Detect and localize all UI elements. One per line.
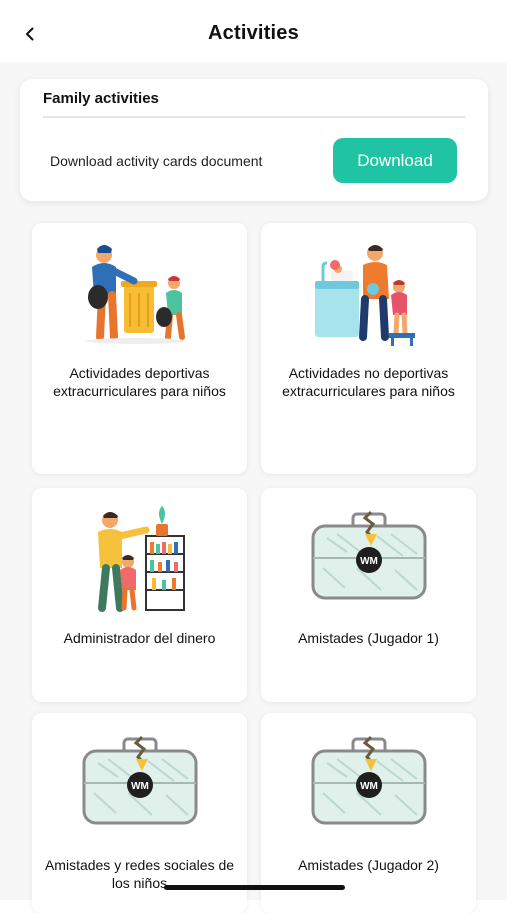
activity-card[interactable]: Actividades deportivas extracurriculares… (32, 223, 247, 474)
activity-label: Amistades (Jugador 1) (298, 630, 439, 646)
top-navigation: Activities (0, 0, 507, 62)
activity-card[interactable]: Administrador del dinero (32, 488, 247, 702)
activity-card[interactable]: WM Amistades (Jugador 1) (261, 488, 476, 702)
family-activities-card: Family activities Download activity card… (20, 79, 488, 201)
activity-label: Actividades deportivas extracurriculares… (53, 365, 226, 399)
svg-text:WM: WM (360, 556, 378, 567)
briefcase-tag-icon: WM (311, 735, 426, 825)
download-description: Download activity cards document (50, 153, 263, 169)
activity-card[interactable]: WM Amistades y redes sociales de los niñ… (32, 713, 247, 913)
family-kitchen-illustration (314, 245, 415, 346)
activities-screen: Activities Family activities Download ac… (0, 0, 507, 913)
family-activities-title: Family activities (43, 90, 159, 107)
svg-text:WM: WM (131, 781, 149, 792)
activity-label: Actividades no deportivas extracurricula… (282, 365, 455, 399)
briefcase-tag-icon: WM (82, 735, 197, 825)
download-button[interactable]: Download (333, 138, 457, 183)
activity-card[interactable]: WM Amistades (Jugador 2) (261, 713, 476, 913)
activity-label: Administrador del dinero (63, 630, 216, 646)
activity-card[interactable]: Actividades no deportivas extracurricula… (261, 223, 476, 474)
divider (43, 116, 465, 118)
family-cleaning-illustration (85, 245, 186, 344)
svg-text:WM: WM (360, 781, 378, 792)
briefcase-tag-icon: WM (311, 510, 426, 600)
money-manager-illustration (97, 506, 185, 612)
home-indicator (164, 885, 345, 890)
activity-label: Amistades (Jugador 2) (298, 857, 439, 873)
page-title: Activities (208, 22, 299, 44)
